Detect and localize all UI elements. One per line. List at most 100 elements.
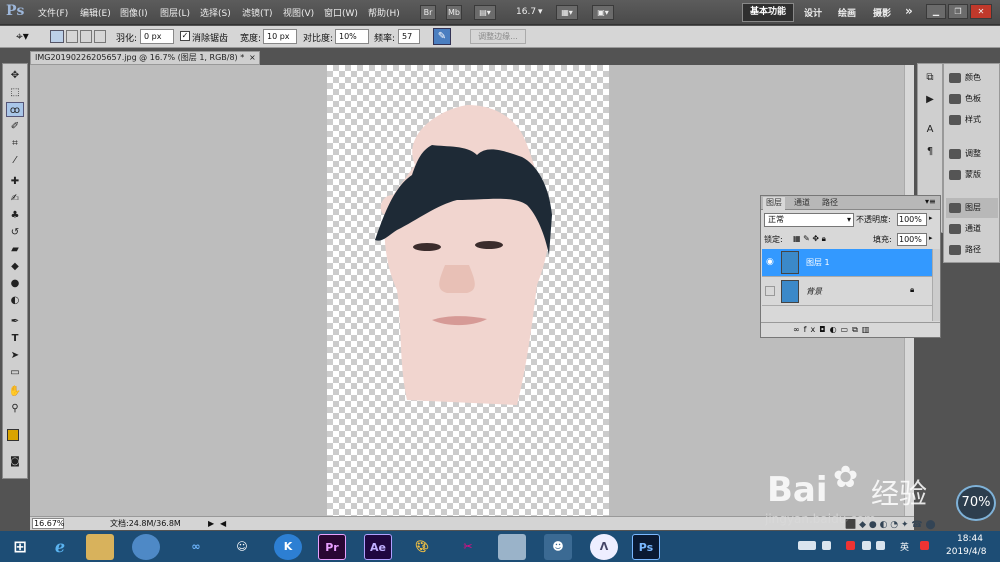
bridge-button[interactable]: Br	[420, 5, 436, 20]
paragraph-panel-icon[interactable]: ¶	[921, 144, 939, 159]
status-menu-icon[interactable]: ▶	[208, 517, 214, 530]
healing-brush-icon[interactable]: ✚	[6, 174, 24, 189]
blend-mode-select[interactable]: 正常 ▾	[764, 213, 854, 227]
input-language[interactable]: 英	[900, 540, 909, 553]
paint-bucket-icon[interactable]: ◆	[6, 259, 24, 274]
opacity-slider-icon[interactable]: ▸	[929, 214, 933, 222]
foreground-color-swatch[interactable]	[7, 429, 19, 441]
menu-view[interactable]: 视图(V)	[283, 6, 314, 19]
eraser-tool-icon[interactable]: ▰	[6, 242, 24, 257]
layer-row[interactable]: 背景 🔒︎	[762, 278, 932, 306]
status-zoom[interactable]: 16.67%	[32, 518, 65, 529]
add-selection-icon[interactable]	[66, 30, 78, 43]
qq-icon[interactable]: ☻	[544, 534, 572, 560]
quick-selection-icon[interactable]: ✐	[6, 119, 24, 134]
layers-scrollbar[interactable]	[932, 249, 940, 321]
calculator-icon[interactable]	[498, 534, 526, 560]
zoom-level[interactable]: 16.7	[516, 7, 536, 17]
network-icon[interactable]	[862, 541, 871, 550]
menu-select[interactable]: 选择(S)	[200, 6, 231, 19]
explorer-icon[interactable]	[86, 534, 114, 560]
layer-row[interactable]: ◉ 图层 1	[762, 249, 932, 277]
progress-widget[interactable]: 70%	[956, 485, 996, 521]
delete-icon[interactable]: ▥	[862, 325, 874, 334]
panda-icon[interactable]: ☺	[228, 534, 256, 560]
tab-channels[interactable]: 通道	[791, 197, 813, 210]
menu-edit[interactable]: 编辑(E)	[80, 6, 111, 19]
ie-icon[interactable]: ℯ	[46, 534, 74, 560]
workspace-design[interactable]: 设计	[804, 6, 822, 19]
layer-name[interactable]: 图层 1	[806, 257, 830, 268]
tab-paths[interactable]: 路径	[819, 197, 841, 210]
channels-panel-tab[interactable]: 通道	[946, 219, 998, 239]
keyboard-icon[interactable]	[798, 541, 816, 550]
shape-tool-icon[interactable]: ▭	[6, 365, 24, 380]
security-icon[interactable]	[846, 541, 855, 550]
feather-input[interactable]: 0 px	[140, 29, 174, 44]
browser-icon[interactable]	[132, 534, 160, 560]
screen-mode-icon[interactable]: ▣▾	[592, 5, 614, 20]
zoom-dropdown-icon[interactable]: ▾	[538, 7, 543, 17]
menu-filter[interactable]: 滤镜(T)	[242, 6, 273, 19]
baidu-netdisk-icon[interactable]: ∞	[182, 534, 210, 560]
workspace-essentials[interactable]: 基本功能	[742, 3, 794, 22]
intersect-selection-icon[interactable]	[94, 30, 106, 43]
fx-icon[interactable]: fx	[804, 325, 820, 334]
workspace-photography[interactable]: 摄影	[873, 6, 891, 19]
kugou-icon[interactable]: K	[274, 534, 302, 560]
workspace-painting[interactable]: 绘画	[838, 6, 856, 19]
layer-name[interactable]: 背景	[806, 286, 822, 297]
paths-panel-tab[interactable]: 路径	[946, 240, 998, 260]
actions-panel-icon[interactable]: ▶	[921, 92, 939, 107]
lasso-tool-icon[interactable]: ꝏ	[6, 102, 24, 117]
arrange-documents-icon[interactable]: ▦▾	[556, 5, 578, 20]
panel-menu-icon[interactable]: ▾≡	[925, 197, 936, 206]
visibility-box[interactable]	[765, 286, 775, 296]
link-icon[interactable]: ∞	[793, 325, 804, 334]
menu-image[interactable]: 图像(I)	[120, 6, 148, 19]
history-panel-icon[interactable]: ⧉	[921, 70, 939, 85]
tablet-pressure-icon[interactable]: ✎	[433, 28, 451, 45]
minibridge-button[interactable]: Mb	[446, 5, 462, 20]
move-tool-icon[interactable]: ✥	[6, 68, 24, 83]
color-panel-tab[interactable]: 颜色	[946, 68, 998, 88]
quick-mask-icon[interactable]: ◙	[6, 454, 24, 469]
crop-tool-icon[interactable]: ⌗	[6, 136, 24, 151]
restore-button[interactable]: ❐	[948, 4, 968, 19]
eyedropper-icon[interactable]: ⁄	[6, 153, 24, 168]
menu-help[interactable]: 帮助(H)	[368, 6, 400, 19]
swatches-panel-tab[interactable]: 色板	[946, 89, 998, 109]
photoshop-icon[interactable]: Ps	[632, 534, 660, 560]
paint-icon[interactable]: 🎨︎	[408, 534, 436, 560]
scroll-left-icon[interactable]: ◀	[220, 517, 226, 530]
more-workspaces-button[interactable]: »	[905, 4, 913, 18]
menu-file[interactable]: 文件(F)	[38, 6, 68, 19]
antialias-checkbox[interactable]: ✓	[180, 31, 190, 41]
view-extras-icon[interactable]: ▤▾	[474, 5, 496, 20]
refine-edge-button[interactable]: 调整边缘...	[470, 29, 526, 44]
close-document-button[interactable]: ×	[249, 52, 256, 64]
adjustment-icon[interactable]: ◐	[830, 325, 841, 334]
scissors-icon[interactable]: ✂	[454, 534, 482, 560]
frequency-input[interactable]: 57	[398, 29, 420, 44]
clock-time[interactable]: 18:44	[957, 534, 983, 544]
history-brush-icon[interactable]: ↺	[6, 225, 24, 240]
clone-stamp-icon[interactable]: ♣	[6, 208, 24, 223]
tab-layers[interactable]: 图层	[763, 197, 785, 210]
fill-input[interactable]: 100%	[897, 233, 927, 246]
contrast-input[interactable]: 10%	[335, 29, 369, 44]
brush-tool-icon[interactable]: ✍	[6, 191, 24, 206]
close-window-button[interactable]: ✕	[970, 4, 992, 19]
dodge-tool-icon[interactable]: ◐	[6, 293, 24, 308]
arrow-up-icon[interactable]	[822, 541, 831, 550]
fill-slider-icon[interactable]: ▸	[929, 234, 933, 242]
clock-date[interactable]: 2019/4/8	[946, 547, 986, 557]
subtract-selection-icon[interactable]	[80, 30, 92, 43]
blur-tool-icon[interactable]: ●	[6, 276, 24, 291]
arrow-app-icon[interactable]: Λ	[590, 534, 618, 560]
group-icon[interactable]: ▭	[841, 325, 853, 334]
hand-tool-icon[interactable]: ✋	[6, 384, 24, 399]
new-selection-icon[interactable]	[50, 30, 64, 43]
eye-icon[interactable]: ◉	[766, 257, 774, 267]
adjustments-panel-tab[interactable]: 调整	[946, 144, 998, 164]
